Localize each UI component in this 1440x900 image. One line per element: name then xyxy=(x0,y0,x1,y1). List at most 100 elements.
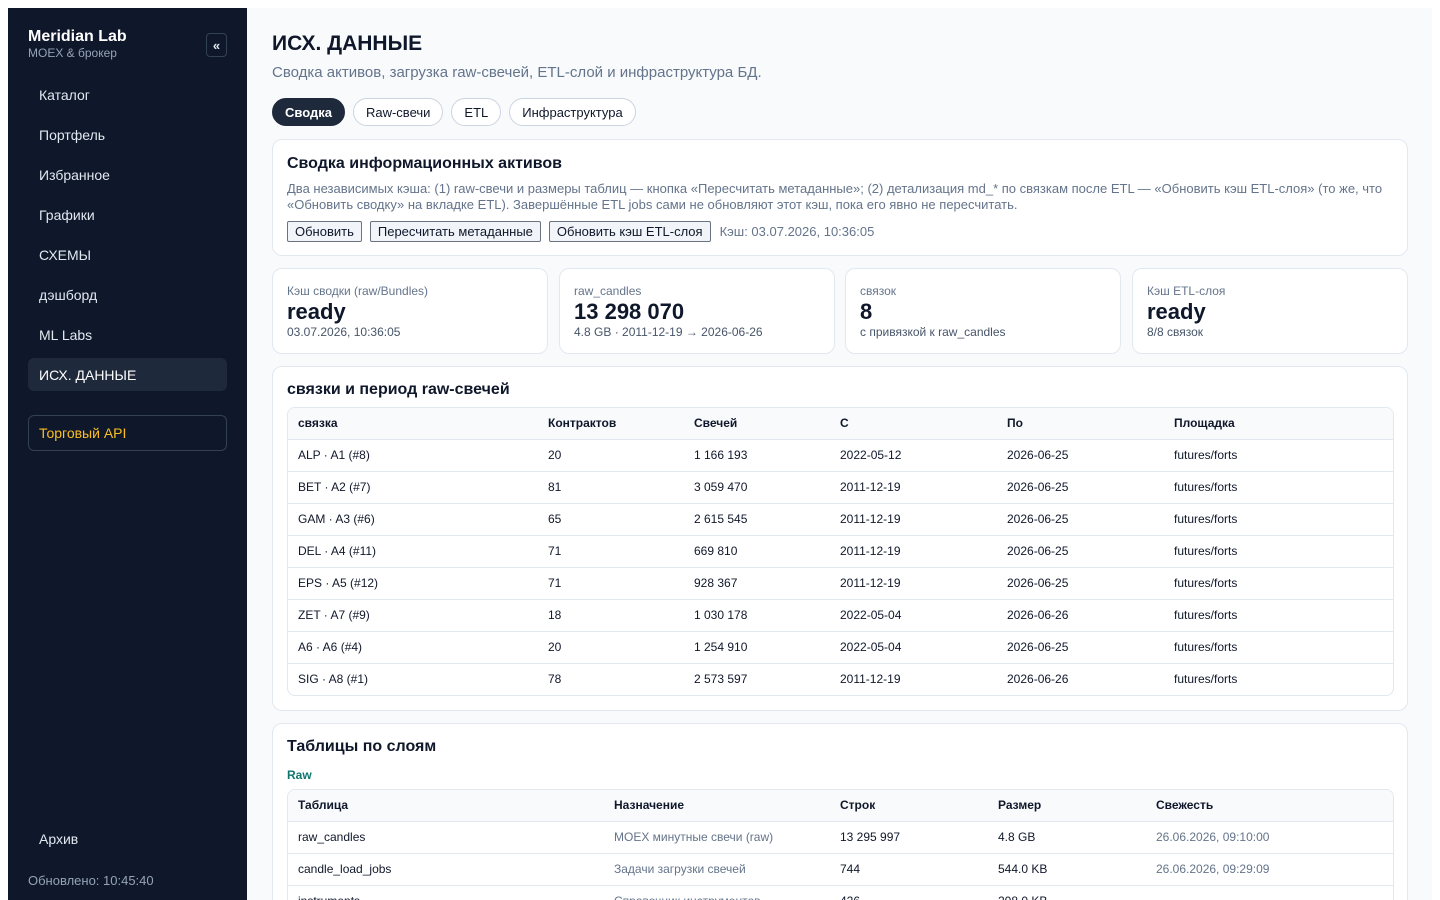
stat-card-raw-candles: raw_candles 13 298 070 4.8 GB · 2011-12-… xyxy=(559,268,835,354)
sidebar-item-ml-labs[interactable]: ML Labs xyxy=(28,318,227,351)
column-header[interactable]: Строк xyxy=(830,790,988,822)
column-header[interactable]: Свежесть xyxy=(1146,790,1393,822)
table-cell: GAM · A3 (#6) xyxy=(288,503,538,536)
cache-timestamp: Кэш: 03.07.2026, 10:36:05 xyxy=(719,224,875,239)
sidebar-item-source-data[interactable]: ИСХ. ДАННЫЕ xyxy=(28,358,227,391)
table-cell: futures/forts xyxy=(1174,672,1238,687)
sidebar-item-catalog[interactable]: Каталог xyxy=(28,78,227,111)
tab-raw-candles[interactable]: Raw-свечи xyxy=(352,98,444,126)
sidebar-item-portfolio[interactable]: Портфель xyxy=(28,118,227,151)
stat-sub: 03.07.2026, 10:36:05 xyxy=(287,325,401,339)
sidebar-item-schemes[interactable]: СХЕМЫ xyxy=(28,238,227,271)
stat-label: связок xyxy=(860,284,897,298)
table-cell: 2026-06-25 xyxy=(997,471,1164,504)
table-cell: 20 xyxy=(538,439,684,472)
table-row[interactable]: DEL · A4 (#11) 71 669 810 2011-12-19 2026-06… xyxy=(288,535,1393,568)
table-row[interactable]: ZET · A7 (#9) 18 1 030 178 2022-05-04 2026-0… xyxy=(288,599,1393,632)
table-cell: 13 295 997 xyxy=(830,821,988,854)
tab-bar: Сводка Raw-свечи ETL Инфраструктура xyxy=(272,98,636,126)
page-subtitle: Сводка активов, загрузка raw-свечей, ETL… xyxy=(272,64,762,81)
table-cell: futures/forts xyxy=(1164,567,1393,600)
sidebar-item-dashboard[interactable]: дэшборд xyxy=(28,278,227,311)
brand-title: Meridian Lab xyxy=(28,28,127,45)
bundles-table: связка Контрактов Свечей С По Площадка A… xyxy=(287,407,1394,696)
refresh-etl-cache-button[interactable]: Обновить кэш ETL-слоя xyxy=(548,221,711,242)
table-cell: 2022-05-04 xyxy=(830,599,997,632)
sidebar-item-archive[interactable]: Архив xyxy=(39,831,78,847)
stat-value: 13 298 070 xyxy=(574,299,685,324)
collapse-sidebar-button[interactable]: « xyxy=(206,33,227,57)
bundles-title: связки и период raw-свечей xyxy=(287,381,510,398)
column-header[interactable]: Размер xyxy=(988,790,1146,822)
table-cell: 18 xyxy=(538,599,684,632)
table-cell: 4.8 GB xyxy=(988,821,1146,854)
table-cell: 2026-06-26 xyxy=(1007,672,1069,687)
sidebar-item-trading-api[interactable]: Торговый API xyxy=(28,415,227,451)
table-cell: futures/forts xyxy=(1164,471,1393,504)
table-cell: 2026-06-25 xyxy=(997,439,1164,472)
table-cell: EPS · A5 (#12) xyxy=(288,567,538,600)
table-cell: 2011-12-19 xyxy=(830,535,997,568)
table-cell: futures/forts xyxy=(1164,599,1393,632)
table-row[interactable]: GAM · A3 (#6) 65 2 615 545 2011-12-19 2026-0… xyxy=(288,503,1393,536)
column-header[interactable]: Площадка xyxy=(1164,408,1393,440)
bundles-table-body: ALP · A1 (#8) 20 1 166 193 2022-05-12 2026-0… xyxy=(288,439,1393,695)
brand-subtitle: MOEX & брокер xyxy=(28,46,117,60)
table-cell: 2026-06-25 xyxy=(997,535,1164,568)
table-cell: 744 xyxy=(830,853,988,886)
stat-card-summary-cache: Кэш сводки (raw/Bundles) ready 03.07.202… xyxy=(272,268,548,354)
table-cell xyxy=(1146,885,1393,900)
table-cell: ALP · A1 (#8) xyxy=(288,439,538,472)
table-cell: futures/forts xyxy=(1164,439,1393,472)
stat-value: ready xyxy=(287,299,346,324)
table-cell: A6 · A6 (#4) xyxy=(288,631,538,664)
table-cell: 1 166 193 xyxy=(684,439,830,472)
table-cell: 2011-12-19 xyxy=(830,471,997,504)
stat-card-etl-cache: Кэш ETL-слоя ready 8/8 связок xyxy=(1132,268,1408,354)
stat-card-bundles: связок 8 с привязкой к raw_candles xyxy=(845,268,1121,354)
column-header[interactable]: Свечей xyxy=(684,408,830,440)
stat-sub: 4.8 GB · 2011-12-19 → 2026-06-26 xyxy=(574,325,763,339)
column-header[interactable]: Таблица xyxy=(288,790,604,822)
table-cell: 2011-12-19 xyxy=(840,672,901,687)
column-header[interactable]: По xyxy=(997,408,1164,440)
stat-sub: 8/8 связок xyxy=(1147,325,1204,339)
table-cell: 2026-06-25 xyxy=(997,503,1164,536)
column-header[interactable]: Контрактов xyxy=(538,408,684,440)
table-cell: 2 615 545 xyxy=(684,503,830,536)
table-row[interactable]: raw_candles MOEX минутные свечи (raw) 13 2… xyxy=(288,821,1393,854)
summary-title: Сводка информационных активов xyxy=(287,155,562,172)
tab-infrastructure[interactable]: Инфраструктура xyxy=(509,98,636,126)
table-cell: 2022-05-12 xyxy=(830,439,997,472)
table-cell: 544.0 KB xyxy=(988,853,1146,886)
refresh-button[interactable]: Обновить xyxy=(287,221,362,242)
table-cell: futures/forts xyxy=(1164,631,1393,664)
summary-actions: Обновить Пересчитать метаданные Обновить… xyxy=(287,221,874,242)
table-cell: 78 xyxy=(548,672,562,687)
table-cell: ZET · A7 (#9) xyxy=(288,599,538,632)
column-header[interactable]: Назначение xyxy=(604,790,830,822)
table-row[interactable]: instrumentsСправочник инструментов426208… xyxy=(288,885,1393,900)
layer-label-raw: Raw xyxy=(287,768,312,782)
column-header[interactable]: связка xyxy=(288,408,538,440)
sidebar-item-charts[interactable]: Графики xyxy=(28,198,227,231)
table-row[interactable]: A6 · A6 (#4) 20 1 254 910 2022-05-04 2026-06… xyxy=(288,631,1393,664)
sidebar-item-favorites[interactable]: Избранное xyxy=(28,158,227,191)
stat-label: raw_candles xyxy=(574,284,642,298)
layers-table: Таблица Назначение Строк Размер Свежесть… xyxy=(287,789,1394,900)
summary-card: Сводка информационных активов Два незави… xyxy=(272,139,1408,256)
table-cell: 2011-12-19 xyxy=(830,567,997,600)
tab-etl[interactable]: ETL xyxy=(451,98,502,126)
tab-summary[interactable]: Сводка xyxy=(272,98,345,126)
stat-value: ready xyxy=(1147,299,1206,324)
table-cell: Задачи загрузки свечей xyxy=(604,853,830,886)
table-row[interactable]: SIG · A8 (#1) 78 2 573 597 2011-12-19 2026-0… xyxy=(288,663,1393,695)
stat-label: Кэш ETL-слоя xyxy=(1147,284,1226,298)
table-row[interactable]: BET · A2 (#7) 81 3 059 470 2011-12-19 2026-0… xyxy=(288,471,1393,504)
table-row[interactable]: ALP · A1 (#8) 20 1 166 193 2022-05-12 2026-0… xyxy=(288,439,1393,472)
table-row[interactable]: EPS · A5 (#12) 71 928 367 2011-12-19 2026-06… xyxy=(288,567,1393,600)
table-row[interactable]: candle_load_jobs Задачи загрузки свечей 74… xyxy=(288,853,1393,886)
recalc-metadata-button[interactable]: Пересчитать метаданные xyxy=(369,221,541,242)
table-cell: 65 xyxy=(538,503,684,536)
column-header[interactable]: С xyxy=(830,408,997,440)
